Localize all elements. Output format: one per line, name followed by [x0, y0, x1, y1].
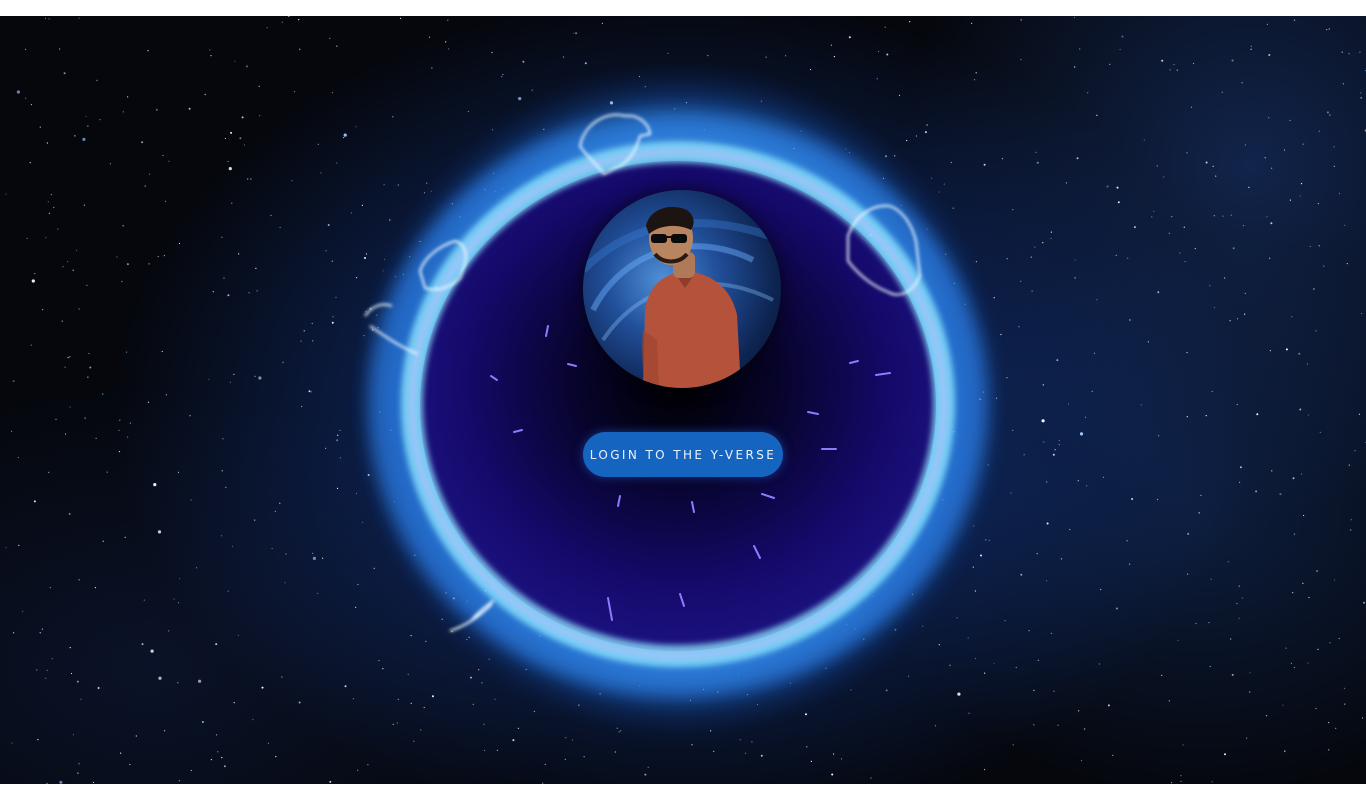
login-button[interactable]: LOGIN TO THE Y-VERSE	[583, 432, 783, 477]
profile-avatar	[583, 190, 781, 388]
energy-portal	[350, 61, 1010, 741]
profile-photo-icon	[583, 190, 781, 388]
login-screen: LOGIN TO THE Y-VERSE	[0, 16, 1366, 784]
